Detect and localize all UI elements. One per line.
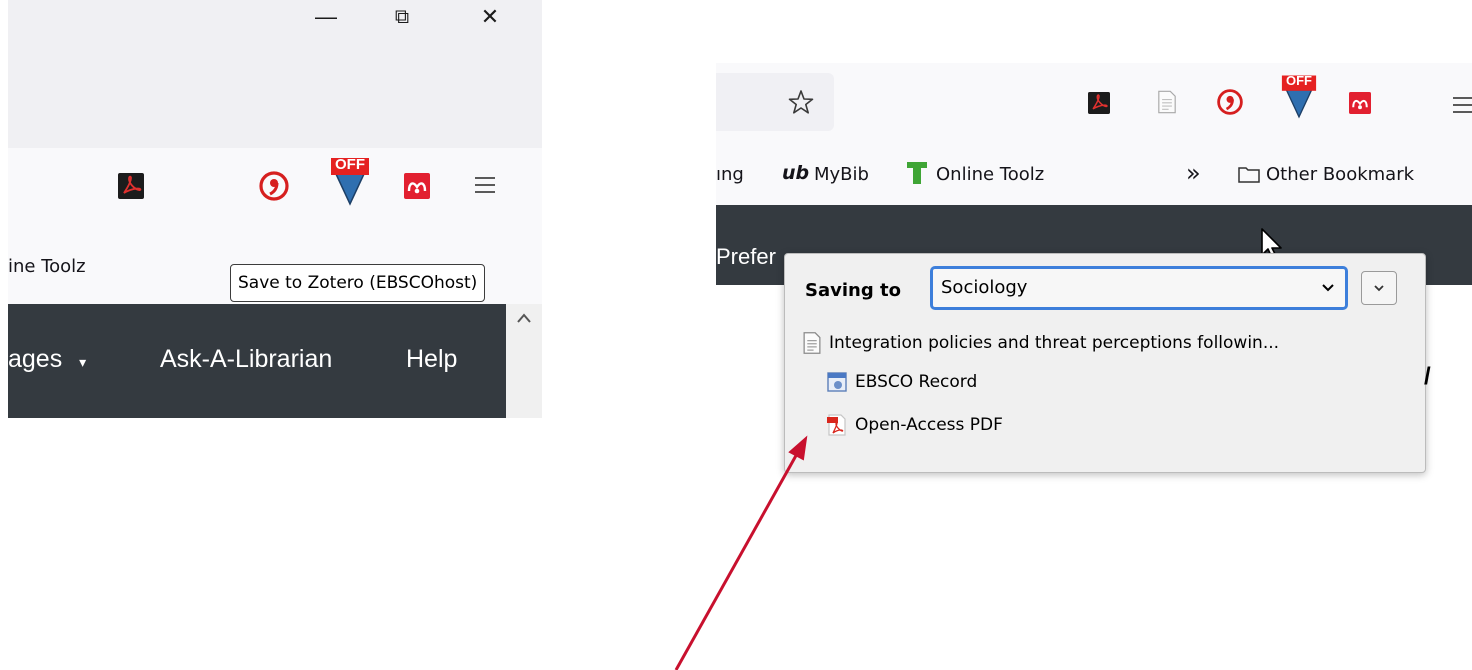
annotation-arrow (674, 435, 808, 670)
